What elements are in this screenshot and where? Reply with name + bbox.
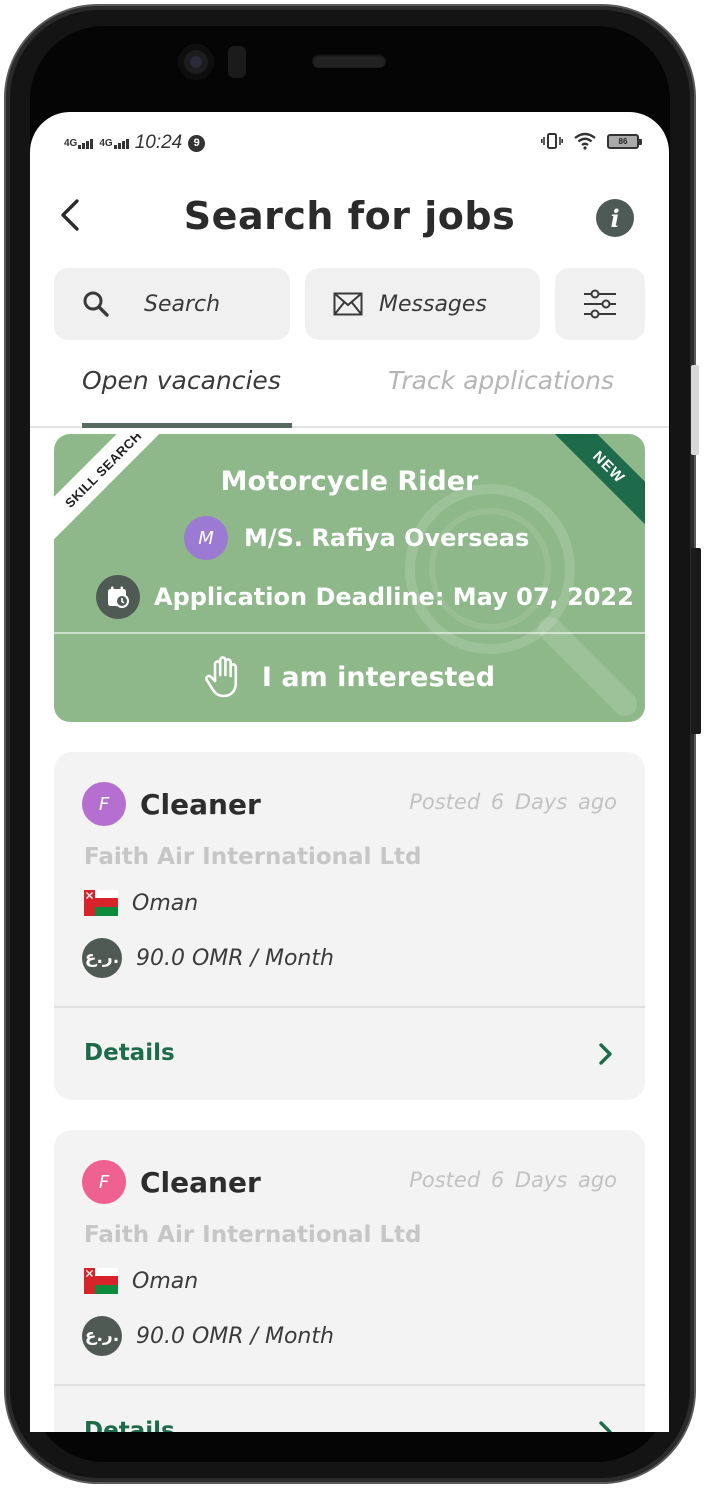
featured-deadline-text: Application Deadline: May 07, 2022 [154,583,634,611]
company-avatar: M [184,516,228,560]
currency-icon: ر.ع. [82,938,122,978]
interested-label: I am interested [261,661,496,693]
hand-icon [205,656,238,698]
chevron-right-icon[interactable] [595,1418,615,1432]
salary-text: 90.0 OMR / Month [136,1323,334,1349]
company-avatar: F [82,1160,126,1204]
currency-icon: ر.ع. [82,1316,122,1356]
job-header: F Cleaner [82,782,261,826]
card-divider [54,1006,645,1008]
filter-button[interactable] [555,268,645,340]
details-link[interactable]: Details [84,1040,175,1066]
messages-label: Messages [379,291,487,317]
side-button-power [691,548,701,734]
posted-time: Posted 6 Days ago [409,790,617,814]
network-type-1: 4G [64,137,78,149]
calendar-clock-icon [96,575,140,619]
status-bar: 4G 4G 10:24 9 86 [30,112,669,172]
oman-flag-icon [84,1268,118,1294]
job-title: Cleaner [140,1165,261,1199]
front-camera [178,44,214,80]
side-button-volume [691,365,699,455]
job-card[interactable]: F Cleaner Posted 6 Days ago Faith Air In… [54,1130,645,1432]
network-type-2: 4G [99,137,113,149]
salary-text: 90.0 OMR / Month [136,945,334,971]
card-divider [54,1384,645,1386]
job-location: Oman [84,890,198,916]
envelope-icon [333,292,363,316]
vibrate-icon [541,133,563,149]
signal-icon: 4G [99,137,129,149]
active-tab-indicator [82,423,292,428]
messages-button[interactable]: Messages [305,268,540,340]
job-card[interactable]: F Cleaner Posted 6 Days ago Faith Air In… [54,752,645,1100]
sliders-icon [584,289,616,319]
company-name: Faith Air International Ltd [84,844,422,870]
battery-icon: 86 [607,133,642,149]
wifi-icon [574,132,596,150]
page-title: Search for jobs [183,194,516,238]
info-icon: i [610,203,620,233]
interested-button[interactable]: I am interested [54,644,645,710]
tab-track-applications[interactable]: Track applications [388,366,614,395]
country-name: Oman [132,890,199,916]
job-salary: ر.ع. 90.0 OMR / Month [82,938,334,978]
proximity-sensor [228,46,246,78]
featured-job-title: Motorcycle Rider [220,466,479,497]
company-name: Faith Air International Ltd [84,1222,422,1248]
chevron-right-icon[interactable] [595,1040,615,1068]
job-salary: ر.ع. 90.0 OMR / Month [82,1316,334,1356]
search-button[interactable]: Search [54,268,290,340]
featured-company-name: M/S. Rafiya Overseas [244,524,530,552]
posted-time: Posted 6 Days ago [409,1168,617,1192]
battery-level: 86 [618,136,628,146]
earpiece-speaker [312,54,386,68]
search-label: Search [144,291,221,317]
search-icon [83,291,109,317]
featured-divider [54,632,645,634]
job-header: F Cleaner [82,1160,261,1204]
featured-job-card[interactable]: SKILL SEARCH NEW Motorcycle Rider M M/S.… [54,434,645,722]
signal-icon: 4G [64,137,94,149]
job-location: Oman [84,1268,198,1294]
tab-bar: Open vacancies Track applications [30,352,669,428]
company-avatar: F [82,782,126,826]
featured-deadline: Application Deadline: May 07, 2022 [96,575,634,619]
status-time: 10:24 [134,132,183,153]
oman-flag-icon [84,890,118,916]
status-bar-left: 4G 4G 10:24 9 [64,132,206,154]
info-button[interactable]: i [596,199,634,237]
country-name: Oman [132,1268,199,1294]
app-screen: 4G 4G 10:24 9 86 Search for jobs i Searc… [30,112,669,1432]
tab-open-vacancies[interactable]: Open vacancies [82,366,281,395]
status-bar-right: 86 [541,132,642,150]
notification-badge: 9 [188,134,206,152]
featured-company: M M/S. Rafiya Overseas [184,516,529,560]
details-link[interactable]: Details [84,1418,175,1432]
job-title: Cleaner [140,787,261,821]
